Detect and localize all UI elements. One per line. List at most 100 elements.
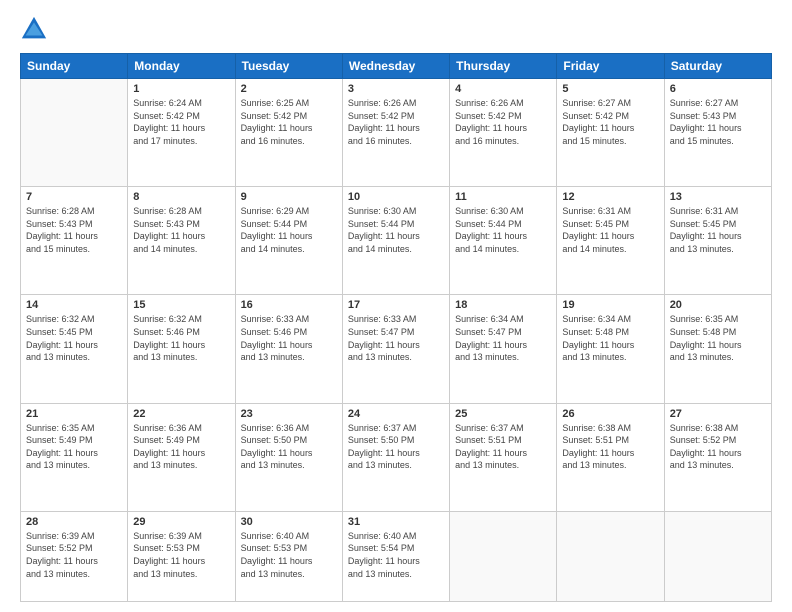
- calendar-cell: 18Sunrise: 6:34 AM Sunset: 5:47 PM Dayli…: [450, 295, 557, 403]
- calendar-header-monday: Monday: [128, 54, 235, 79]
- calendar-cell: 4Sunrise: 6:26 AM Sunset: 5:42 PM Daylig…: [450, 79, 557, 187]
- calendar-table: SundayMondayTuesdayWednesdayThursdayFrid…: [20, 53, 772, 602]
- calendar-cell: 16 Sunrise: 6:33 AM Sunset: 5:46 PM Dayli…: [235, 295, 342, 403]
- calendar-header-sunday: Sunday: [21, 54, 128, 79]
- day-info: Sunrise: 6:25 AM Sunset: 5:42 PM Dayligh…: [241, 97, 337, 147]
- day-info: Sunrise: 6:29 AM Sunset: 5:44 PM Dayligh…: [241, 205, 337, 255]
- calendar-cell: 13 Sunrise: 6:31 AM Sunset: 5:45 PM Dayli…: [664, 187, 771, 295]
- calendar-cell: 19Sunrise: 6:34 AM Sunset: 5:48 PM Dayli…: [557, 295, 664, 403]
- day-info: Sunrise: 6:26 AM Sunset: 5:42 PM Dayligh…: [348, 97, 444, 147]
- day-number: 13: [670, 191, 766, 203]
- calendar-week-4: 21Sunrise: 6:35 AM Sunset: 5:49 PM Dayli…: [21, 403, 772, 511]
- calendar-cell: 5 Sunrise: 6:27 AM Sunset: 5:42 PM Daylig…: [557, 79, 664, 187]
- calendar-cell: 23Sunrise: 6:36 AM Sunset: 5:50 PM Dayli…: [235, 403, 342, 511]
- header: [20, 15, 772, 43]
- day-number: 10: [348, 191, 444, 203]
- day-number: 24: [348, 408, 444, 420]
- day-info: Sunrise: 6:31 AM Sunset: 5:45 PM Dayligh…: [562, 205, 658, 255]
- day-number: 20: [670, 299, 766, 311]
- calendar-cell: 29 Sunrise: 6:39 AM Sunset: 5:53 PM Dayli…: [128, 511, 235, 601]
- calendar-header-friday: Friday: [557, 54, 664, 79]
- logo: [20, 15, 50, 43]
- calendar-cell: 21Sunrise: 6:35 AM Sunset: 5:49 PM Dayli…: [21, 403, 128, 511]
- calendar-cell: [664, 511, 771, 601]
- calendar-cell: 30 Sunrise: 6:40 AM Sunset: 5:53 PM Dayli…: [235, 511, 342, 601]
- day-info: Sunrise: 6:37 AM Sunset: 5:50 PM Dayligh…: [348, 422, 444, 472]
- calendar-cell: 1 Sunrise: 6:24 AM Sunset: 5:42 PM Daylig…: [128, 79, 235, 187]
- calendar-cell: 12Sunrise: 6:31 AM Sunset: 5:45 PM Dayli…: [557, 187, 664, 295]
- day-info: Sunrise: 6:28 AM Sunset: 5:43 PM Dayligh…: [133, 205, 229, 255]
- calendar-cell: [450, 511, 557, 601]
- day-number: 30: [241, 516, 337, 528]
- calendar-header-saturday: Saturday: [664, 54, 771, 79]
- day-number: 15: [133, 299, 229, 311]
- calendar-week-5: 28 Sunrise: 6:39 AM Sunset: 5:52 PM Dayli…: [21, 511, 772, 601]
- calendar-week-1: 1 Sunrise: 6:24 AM Sunset: 5:42 PM Daylig…: [21, 79, 772, 187]
- day-number: 27: [670, 408, 766, 420]
- day-number: 4: [455, 83, 551, 95]
- day-info: Sunrise: 6:30 AM Sunset: 5:44 PM Dayligh…: [455, 205, 551, 255]
- day-info: Sunrise: 6:39 AM Sunset: 5:53 PM Dayligh…: [133, 530, 229, 580]
- day-number: 28: [26, 516, 122, 528]
- calendar-cell: 15 Sunrise: 6:32 AM Sunset: 5:46 PM Dayli…: [128, 295, 235, 403]
- calendar-cell: 17Sunrise: 6:33 AM Sunset: 5:47 PM Dayli…: [342, 295, 449, 403]
- calendar-cell: 28 Sunrise: 6:39 AM Sunset: 5:52 PM Dayli…: [21, 511, 128, 601]
- day-info: Sunrise: 6:32 AM Sunset: 5:45 PM Dayligh…: [26, 313, 122, 363]
- day-info: Sunrise: 6:39 AM Sunset: 5:52 PM Dayligh…: [26, 530, 122, 580]
- day-info: Sunrise: 6:36 AM Sunset: 5:49 PM Dayligh…: [133, 422, 229, 472]
- calendar-cell: 22 Sunrise: 6:36 AM Sunset: 5:49 PM Dayli…: [128, 403, 235, 511]
- calendar-cell: 8 Sunrise: 6:28 AM Sunset: 5:43 PM Daylig…: [128, 187, 235, 295]
- calendar-cell: 2 Sunrise: 6:25 AM Sunset: 5:42 PM Daylig…: [235, 79, 342, 187]
- calendar-week-3: 14Sunrise: 6:32 AM Sunset: 5:45 PM Dayli…: [21, 295, 772, 403]
- calendar-cell: 10 Sunrise: 6:30 AM Sunset: 5:44 PM Dayli…: [342, 187, 449, 295]
- day-info: Sunrise: 6:40 AM Sunset: 5:54 PM Dayligh…: [348, 530, 444, 580]
- day-info: Sunrise: 6:27 AM Sunset: 5:43 PM Dayligh…: [670, 97, 766, 147]
- calendar-header-row: SundayMondayTuesdayWednesdayThursdayFrid…: [21, 54, 772, 79]
- calendar-header-thursday: Thursday: [450, 54, 557, 79]
- calendar-header-wednesday: Wednesday: [342, 54, 449, 79]
- day-info: Sunrise: 6:40 AM Sunset: 5:53 PM Dayligh…: [241, 530, 337, 580]
- day-info: Sunrise: 6:28 AM Sunset: 5:43 PM Dayligh…: [26, 205, 122, 255]
- calendar-cell: 3Sunrise: 6:26 AM Sunset: 5:42 PM Daylig…: [342, 79, 449, 187]
- day-number: 9: [241, 191, 337, 203]
- calendar-cell: 20 Sunrise: 6:35 AM Sunset: 5:48 PM Dayli…: [664, 295, 771, 403]
- calendar-cell: 27 Sunrise: 6:38 AM Sunset: 5:52 PM Dayli…: [664, 403, 771, 511]
- day-number: 22: [133, 408, 229, 420]
- calendar-cell: 24 Sunrise: 6:37 AM Sunset: 5:50 PM Dayli…: [342, 403, 449, 511]
- day-number: 31: [348, 516, 444, 528]
- day-number: 29: [133, 516, 229, 528]
- calendar-cell: 7Sunrise: 6:28 AM Sunset: 5:43 PM Daylig…: [21, 187, 128, 295]
- day-number: 18: [455, 299, 551, 311]
- calendar-cell: 9 Sunrise: 6:29 AM Sunset: 5:44 PM Daylig…: [235, 187, 342, 295]
- day-number: 16: [241, 299, 337, 311]
- day-number: 1: [133, 83, 229, 95]
- calendar-cell: [557, 511, 664, 601]
- day-info: Sunrise: 6:35 AM Sunset: 5:48 PM Dayligh…: [670, 313, 766, 363]
- day-info: Sunrise: 6:37 AM Sunset: 5:51 PM Dayligh…: [455, 422, 551, 472]
- day-number: 11: [455, 191, 551, 203]
- day-info: Sunrise: 6:33 AM Sunset: 5:46 PM Dayligh…: [241, 313, 337, 363]
- calendar-cell: 11 Sunrise: 6:30 AM Sunset: 5:44 PM Dayli…: [450, 187, 557, 295]
- day-number: 17: [348, 299, 444, 311]
- day-info: Sunrise: 6:38 AM Sunset: 5:52 PM Dayligh…: [670, 422, 766, 472]
- day-number: 21: [26, 408, 122, 420]
- day-info: Sunrise: 6:30 AM Sunset: 5:44 PM Dayligh…: [348, 205, 444, 255]
- day-number: 2: [241, 83, 337, 95]
- day-info: Sunrise: 6:24 AM Sunset: 5:42 PM Dayligh…: [133, 97, 229, 147]
- day-number: 25: [455, 408, 551, 420]
- day-number: 5: [562, 83, 658, 95]
- calendar-cell: 26Sunrise: 6:38 AM Sunset: 5:51 PM Dayli…: [557, 403, 664, 511]
- day-number: 6: [670, 83, 766, 95]
- day-info: Sunrise: 6:32 AM Sunset: 5:46 PM Dayligh…: [133, 313, 229, 363]
- calendar-cell: 25 Sunrise: 6:37 AM Sunset: 5:51 PM Dayli…: [450, 403, 557, 511]
- calendar-header-tuesday: Tuesday: [235, 54, 342, 79]
- calendar-cell: 31 Sunrise: 6:40 AM Sunset: 5:54 PM Dayli…: [342, 511, 449, 601]
- day-info: Sunrise: 6:38 AM Sunset: 5:51 PM Dayligh…: [562, 422, 658, 472]
- day-number: 19: [562, 299, 658, 311]
- day-number: 8: [133, 191, 229, 203]
- day-info: Sunrise: 6:36 AM Sunset: 5:50 PM Dayligh…: [241, 422, 337, 472]
- day-info: Sunrise: 6:27 AM Sunset: 5:42 PM Dayligh…: [562, 97, 658, 147]
- calendar-week-2: 7Sunrise: 6:28 AM Sunset: 5:43 PM Daylig…: [21, 187, 772, 295]
- calendar-cell: [21, 79, 128, 187]
- day-info: Sunrise: 6:31 AM Sunset: 5:45 PM Dayligh…: [670, 205, 766, 255]
